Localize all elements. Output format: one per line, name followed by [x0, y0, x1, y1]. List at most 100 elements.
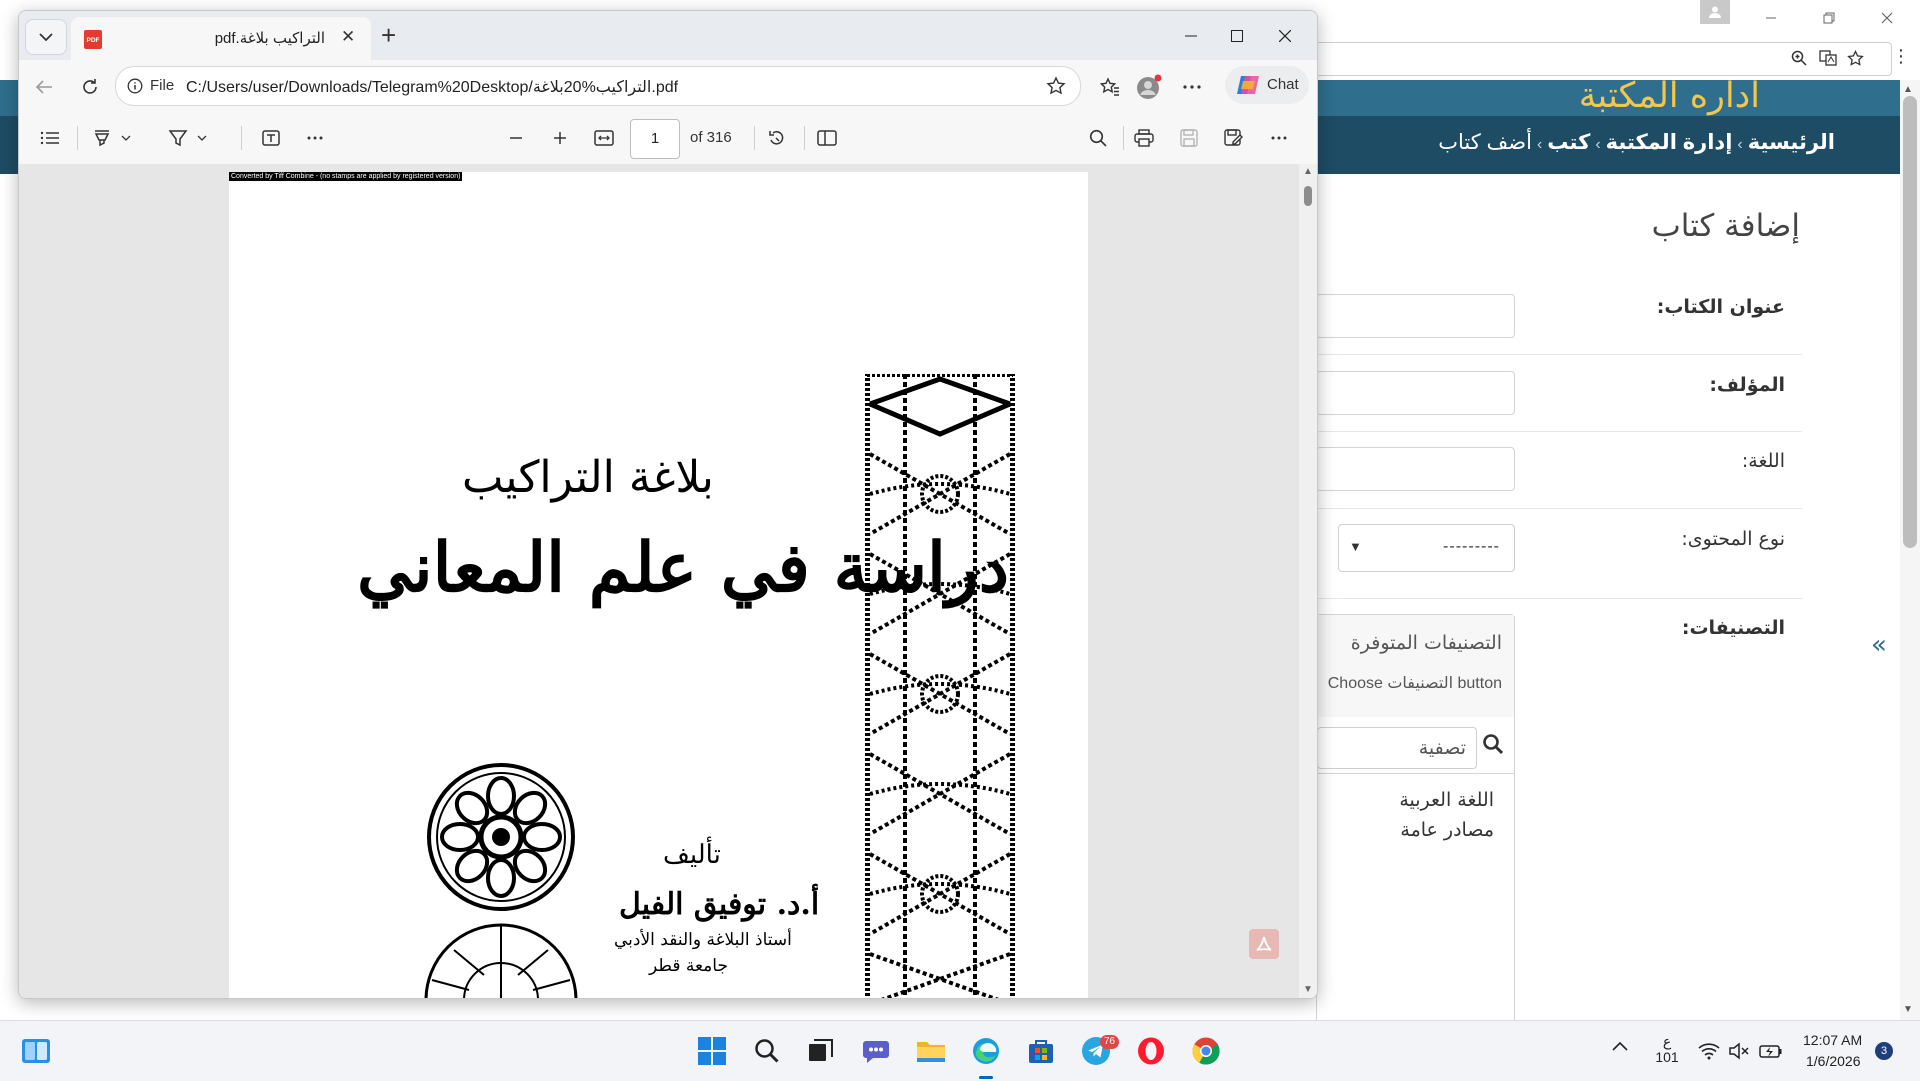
task-view-button[interactable]: [805, 1035, 837, 1067]
translate-icon[interactable]: [1819, 49, 1837, 67]
pdf-scrollbar[interactable]: ▲ ▼: [1299, 164, 1317, 998]
volume-muted-icon: [1729, 1042, 1749, 1060]
page-number-input[interactable]: 1: [630, 119, 680, 159]
contents-button[interactable]: [37, 125, 63, 151]
store-button[interactable]: [1025, 1035, 1057, 1067]
divider: [804, 126, 805, 150]
background-scrollbar-thumb[interactable]: [1903, 96, 1917, 548]
title-input[interactable]: [1316, 294, 1515, 338]
collapse-toggle[interactable]: «: [1871, 630, 1887, 660]
library-brand[interactable]: اداره المكتبة: [1579, 76, 1760, 116]
find-button[interactable]: [1085, 125, 1111, 151]
chrome-button[interactable]: [1190, 1035, 1222, 1067]
scroll-down-icon[interactable]: ▼: [1903, 1004, 1913, 1015]
rotate-button[interactable]: [764, 125, 790, 151]
minimize-button[interactable]: [1168, 19, 1214, 53]
close-icon: [1881, 12, 1893, 23]
copilot-chat-button[interactable]: Chat: [1225, 66, 1309, 104]
tab-pdf-document[interactable]: PDF التراكيب بلاغة.pdf ✕: [71, 17, 371, 60]
background-more-icon[interactable]: ⋮: [1892, 46, 1910, 67]
save-as-button[interactable]: [1221, 125, 1247, 151]
save-as-icon: [1224, 129, 1243, 146]
start-button[interactable]: [696, 1035, 728, 1067]
breadcrumb-home[interactable]: الرئيسية: [1748, 131, 1835, 154]
zoom-out-button[interactable]: [503, 125, 529, 151]
background-close-button[interactable]: [1858, 0, 1916, 35]
address-bar[interactable]: File C:/Users/user/Downloads/Telegram%20…: [115, 66, 1081, 106]
breadcrumb-books[interactable]: كتب: [1547, 131, 1590, 154]
tray-overflow-button[interactable]: [1612, 1041, 1628, 1051]
divider: [1316, 508, 1802, 509]
favorites-button[interactable]: [1095, 72, 1125, 102]
more-icon: [1183, 85, 1201, 89]
pdf-more-button[interactable]: [1266, 125, 1292, 151]
language-input[interactable]: [1316, 447, 1515, 491]
text-box-button[interactable]: [258, 125, 284, 151]
highlight-button[interactable]: [165, 125, 191, 151]
edge-button[interactable]: [970, 1035, 1002, 1067]
zoom-icon[interactable]: [1790, 49, 1808, 67]
scroll-up-icon[interactable]: ▲: [1303, 166, 1313, 177]
print-button[interactable]: [1131, 125, 1157, 151]
teams-chat-button[interactable]: [860, 1035, 892, 1067]
more-tools-button[interactable]: [302, 125, 328, 151]
clock-date[interactable]: 1/6/2026: [1806, 1053, 1861, 1069]
scroll-up-icon[interactable]: ▲: [1903, 84, 1913, 95]
search-button[interactable]: [751, 1035, 783, 1067]
profile-button[interactable]: [1134, 72, 1164, 102]
language-indicator[interactable]: ع 101: [1655, 1033, 1679, 1065]
acrobat-icon[interactable]: [1249, 929, 1279, 959]
arrow-left-icon: [35, 80, 52, 94]
file-explorer-button[interactable]: [915, 1035, 947, 1067]
widgets-button[interactable]: [20, 1035, 52, 1067]
author-input[interactable]: [1316, 371, 1515, 415]
text-box-icon: [262, 130, 280, 146]
new-tab-button[interactable]: +: [381, 22, 396, 48]
maximize-button[interactable]: [1214, 19, 1260, 53]
pdf-document-view[interactable]: Converted by Tiff Combine - (no stamps a…: [19, 164, 1317, 998]
notification-badge[interactable]: 3: [1875, 1042, 1893, 1060]
opera-icon: [1138, 1037, 1164, 1065]
volume-button[interactable]: [1727, 1035, 1751, 1067]
draw-button[interactable]: [89, 125, 115, 151]
background-restore-button[interactable]: [1800, 0, 1858, 35]
author-label: المؤلف:: [1709, 374, 1785, 396]
category-item[interactable]: اللغة العربية: [1399, 789, 1494, 811]
url-text[interactable]: C:/Users/user/Downloads/Telegram%20Deskt…: [186, 77, 678, 97]
star-icon[interactable]: [1846, 49, 1864, 67]
breadcrumb-admin[interactable]: إدارة المكتبة: [1606, 131, 1733, 154]
author-by-label: تأليف: [663, 840, 721, 870]
background-minimize-button[interactable]: [1742, 0, 1800, 35]
save-button[interactable]: [1176, 125, 1202, 151]
chevron-down-icon: [121, 135, 131, 141]
list-icon: [40, 131, 59, 145]
scroll-down-icon[interactable]: ▼: [1303, 984, 1313, 995]
fit-width-button[interactable]: [591, 125, 617, 151]
tab-close-icon[interactable]: ✕: [341, 27, 355, 47]
refresh-button[interactable]: [75, 72, 105, 102]
clock-time[interactable]: 12:07 AM: [1803, 1032, 1862, 1048]
taskbar: 76 ع 101 12:07 AM 1/6/2026 3: [0, 1020, 1920, 1081]
categories-panel-title: التصنيفات المتوفرة: [1350, 632, 1502, 654]
pdf-scrollbar-thumb[interactable]: [1304, 186, 1312, 206]
draw-options-button[interactable]: [113, 125, 139, 151]
category-item[interactable]: مصادر عامة: [1400, 819, 1494, 841]
settings-more-button[interactable]: [1177, 72, 1207, 102]
categories-filter-input[interactable]: تصفية: [1317, 727, 1477, 769]
background-profile-button[interactable]: [1700, 0, 1730, 24]
content-type-select[interactable]: ▼ ---------: [1338, 524, 1515, 572]
tab-search-button[interactable]: [25, 19, 67, 55]
info-icon[interactable]: [127, 78, 143, 94]
back-button[interactable]: [29, 72, 59, 102]
page-view-button[interactable]: [814, 125, 840, 151]
wifi-icon: [1698, 1043, 1720, 1060]
highlight-options-button[interactable]: [189, 125, 215, 151]
battery-button[interactable]: [1758, 1035, 1784, 1067]
conversion-stamp: Converted by Tiff Combine - (no stamps a…: [229, 172, 463, 181]
wifi-button[interactable]: [1697, 1035, 1721, 1067]
zoom-in-button[interactable]: [547, 125, 573, 151]
star-icon[interactable]: [1046, 76, 1066, 96]
close-button[interactable]: [1262, 19, 1308, 53]
pdf-file-icon: PDF: [84, 30, 102, 49]
opera-button[interactable]: [1135, 1035, 1167, 1067]
